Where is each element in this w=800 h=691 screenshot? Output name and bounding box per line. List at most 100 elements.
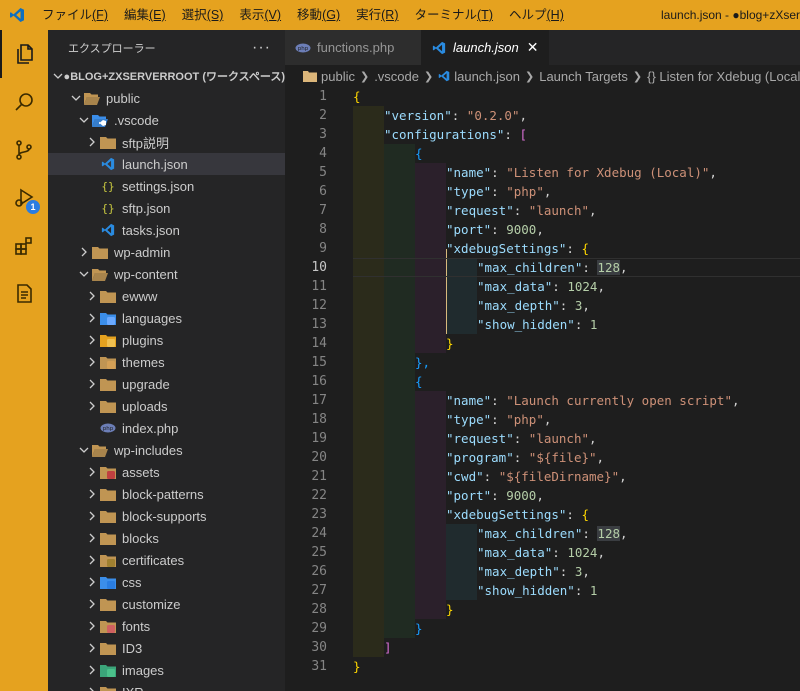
- menu-item[interactable]: 実行(R): [348, 0, 406, 30]
- tree-item[interactable]: block-patterns: [48, 483, 285, 505]
- indent-guide: [353, 125, 384, 144]
- menu-item[interactable]: 編集(E): [116, 0, 174, 30]
- indent-guide: [415, 524, 446, 543]
- code-token: "php": [506, 184, 544, 199]
- tree-item[interactable]: ID3: [48, 637, 285, 659]
- code-line: "version": "0.2.0",: [384, 106, 527, 125]
- code-token: }: [446, 602, 454, 617]
- code-token: ,: [620, 260, 628, 275]
- menu-item-accelerator: (E): [149, 8, 166, 22]
- code-line: "type": "php",: [446, 410, 551, 429]
- tree-item[interactable]: css: [48, 571, 285, 593]
- tree-item[interactable]: blocks: [48, 527, 285, 549]
- tree-item[interactable]: sftp説明: [48, 131, 285, 153]
- line-number: 20: [311, 450, 327, 465]
- folder-icon: [92, 244, 108, 260]
- line-number: 15: [311, 355, 327, 370]
- code-token: ,: [597, 545, 605, 560]
- tree-item[interactable]: uploads: [48, 395, 285, 417]
- indent-guide: [384, 372, 415, 391]
- chevron-down-icon: [68, 93, 84, 103]
- breadcrumb-item[interactable]: Launch Targets: [539, 69, 628, 84]
- tree-item[interactable]: public: [48, 87, 285, 109]
- breadcrumb-item[interactable]: .vscode: [374, 69, 419, 84]
- tree-item[interactable]: themes: [48, 351, 285, 373]
- remote-explorer-icon[interactable]: [0, 270, 48, 318]
- folder-open-icon: [84, 90, 100, 106]
- code-editor[interactable]: 1 {2 "version": "0.2.0", 3 "configurations":…: [285, 87, 800, 691]
- tree-item[interactable]: plugins: [48, 329, 285, 351]
- breadcrumb-item[interactable]: launch.json: [454, 69, 520, 84]
- vscode-folder-icon: [92, 112, 108, 128]
- breadcrumb-item[interactable]: {} Listen for Xdebug (Local): [647, 69, 800, 84]
- tree-item-label: block-supports: [122, 508, 207, 524]
- tree-item[interactable]: customize: [48, 593, 285, 615]
- code-token: ,: [543, 184, 552, 199]
- tree-item[interactable]: wp-includes: [48, 439, 285, 461]
- code-line: }: [353, 657, 361, 676]
- tree-item[interactable]: languages: [48, 307, 285, 329]
- tree-item[interactable]: IXR: [48, 681, 285, 691]
- line-number: 6: [319, 184, 327, 199]
- more-actions-icon[interactable]: ···: [252, 39, 271, 57]
- code-token: :: [513, 203, 529, 218]
- tree-item-label: fonts: [122, 618, 151, 634]
- close-icon[interactable]: ✕: [527, 39, 539, 56]
- menu-item[interactable]: ターミナル(T): [407, 0, 501, 30]
- code-token: "php": [506, 412, 544, 427]
- chevron-right-icon: [84, 533, 100, 543]
- menu-item[interactable]: ヘルプ(H): [501, 0, 572, 30]
- tree-item[interactable]: upgrade: [48, 373, 285, 395]
- menu-item[interactable]: 移動(G): [289, 0, 348, 30]
- tree-item[interactable]: certificates: [48, 549, 285, 571]
- breadcrumb: public ❯ .vscode ❯ launch.json ❯ Launch …: [285, 65, 800, 87]
- indent-guide: [446, 296, 477, 315]
- code-line: }: [446, 600, 454, 619]
- code-token: :: [504, 127, 520, 142]
- code-token: "xdebugSettings": [446, 507, 567, 522]
- tree-item[interactable]: {} settings.json: [48, 175, 285, 197]
- chevron-right-icon: ❯: [525, 70, 535, 83]
- menu-item[interactable]: 表示(V): [231, 0, 289, 30]
- tree-item[interactable]: launch.json: [48, 153, 285, 175]
- tree-item[interactable]: fonts: [48, 615, 285, 637]
- source-control-icon[interactable]: [0, 126, 48, 174]
- code-token: ,: [536, 222, 544, 237]
- tree-item[interactable]: ewww: [48, 285, 285, 307]
- code-line: "request": "launch",: [446, 201, 597, 220]
- tab-functions-php[interactable]: php functions.php: [285, 30, 421, 65]
- tree-item[interactable]: tasks.json: [48, 219, 285, 241]
- code-token: "launch": [528, 203, 590, 218]
- indent-guide: [353, 486, 384, 505]
- tree-item[interactable]: assets: [48, 461, 285, 483]
- menu-item[interactable]: 選択(S): [174, 0, 232, 30]
- editor-tabs: php functions.php launch.json ✕: [285, 30, 800, 65]
- code-token: 128: [597, 526, 620, 541]
- code-token: :: [491, 412, 507, 427]
- indent-guide: [446, 524, 477, 543]
- line-number: 3: [319, 127, 327, 142]
- tab-launch-json[interactable]: launch.json ✕: [421, 30, 549, 65]
- tree-item[interactable]: .vscode: [48, 109, 285, 131]
- code-line: "port": 9000,: [446, 220, 544, 239]
- workspace-root[interactable]: ●BLOG+ZXSERVERROOT (ワークスペース): [48, 65, 285, 87]
- tree-item[interactable]: images: [48, 659, 285, 681]
- run-debug-icon[interactable]: 1: [0, 174, 48, 222]
- line-number: 18: [311, 412, 327, 427]
- code-line: "name": "Launch currently open script",: [446, 391, 740, 410]
- search-icon[interactable]: [0, 78, 48, 126]
- folder-icon: [100, 684, 116, 691]
- tree-item[interactable]: php index.php: [48, 417, 285, 439]
- extensions-icon[interactable]: [0, 222, 48, 270]
- tree-item[interactable]: {} sftp.json: [48, 197, 285, 219]
- line-number: 11: [311, 279, 327, 294]
- files-icon[interactable]: [0, 30, 48, 78]
- tree-item[interactable]: wp-admin: [48, 241, 285, 263]
- menu-item[interactable]: ファイル(F): [34, 0, 116, 30]
- line-number: 29: [311, 621, 327, 636]
- code-token: :: [559, 298, 575, 313]
- tree-item[interactable]: wp-content: [48, 263, 285, 285]
- breadcrumb-item[interactable]: public: [321, 69, 355, 84]
- tree-item[interactable]: block-supports: [48, 505, 285, 527]
- title-bar: ファイル(F) 編集(E) 選択(S) 表示(V) 移動(G) 実行(R) ターミナル(T)…: [0, 0, 800, 30]
